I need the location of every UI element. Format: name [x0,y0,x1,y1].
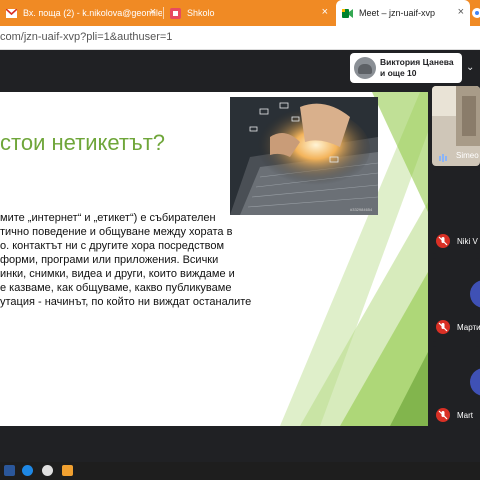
audio-level-icon [438,150,448,162]
presenter-name: Виктория Цанева [380,57,454,67]
tab-gmail-title: Вх. поща (2) - k.nikolova@geomile [23,8,162,18]
participant-name: Simeo [456,151,479,160]
slide-body-line: утация - начинът, по който ни виждат ост… [0,296,252,308]
mic-off-icon [436,408,450,422]
chrome-icon [471,8,480,19]
tab-partial[interactable] [470,0,480,26]
chrome-icon[interactable] [42,465,53,476]
avatar [470,280,480,308]
participant-tile[interactable]: Niki V [432,170,480,254]
tab-meet-title: Meet – jzn-uaif-xvp [359,8,436,18]
participant-name: Niki V [457,237,478,246]
presenter-chip[interactable]: Виктория Цанева и още 10 [350,53,462,83]
address-bar[interactable]: com/jzn-uaif-xvp?pli=1&authuser=1 [0,26,480,50]
app-icon[interactable] [62,465,73,476]
slide-body-line: форми, програми или приложения. Всички [0,254,219,266]
slide-body-line: тично поведение и общуване между хората … [0,226,233,238]
participant-tile[interactable]: Марти [432,258,480,342]
participant-name: Mart [457,411,473,420]
tab-meet[interactable]: Meet – jzn-uaif-xvp × [336,0,470,26]
slide-body-line: инки, снимки, видеа и други, които вижда… [0,268,235,280]
chevron-down-icon[interactable]: ⌄ [466,62,474,73]
slide-body-line: о. контактът ни с другите хора посредств… [0,240,225,252]
photo-watermark: #332984654 [350,207,373,212]
mic-off-icon [436,320,450,334]
participant-tile[interactable]: Mart [432,346,480,430]
tab-shkolo-close-icon[interactable]: × [322,7,328,18]
word-icon[interactable] [4,465,15,476]
tab-meet-close-icon[interactable]: × [458,7,464,18]
presenter-names: Виктория Цанева и още 10 [380,57,454,79]
mic-off-icon [436,234,450,248]
presenter-others-count: и още 10 [380,68,417,78]
participant-tile[interactable]: Simeo [432,86,480,166]
laptop-photo: #332984654 [230,97,378,215]
url-text[interactable]: com/jzn-uaif-xvp?pli=1&authuser=1 [0,31,172,43]
participant-name: Марти [457,323,480,332]
browser-tab-strip: Вх. поща (2) - k.nikolova@geomile × Shko… [0,0,480,26]
tab-gmail[interactable]: Вх. поща (2) - k.nikolova@geomile × [0,0,162,26]
meet-icon [342,8,353,19]
tab-shkolo-title: Shkolo [187,8,215,18]
slide-title: стои нетикетът? [0,130,165,155]
shkolo-icon [170,7,181,19]
tab-shkolo[interactable]: Shkolo × [164,0,334,26]
gmail-icon [6,8,17,19]
tab-gmail-close-icon[interactable]: × [150,7,156,18]
avatar [354,57,376,79]
slide-body-line: е казваме, как общуваме, какво публикува… [0,282,232,294]
skype-icon[interactable] [22,465,33,476]
avatar [470,368,480,396]
slide-body-line: мите „интернет“ и „етикет“) е събирателе… [0,212,216,224]
